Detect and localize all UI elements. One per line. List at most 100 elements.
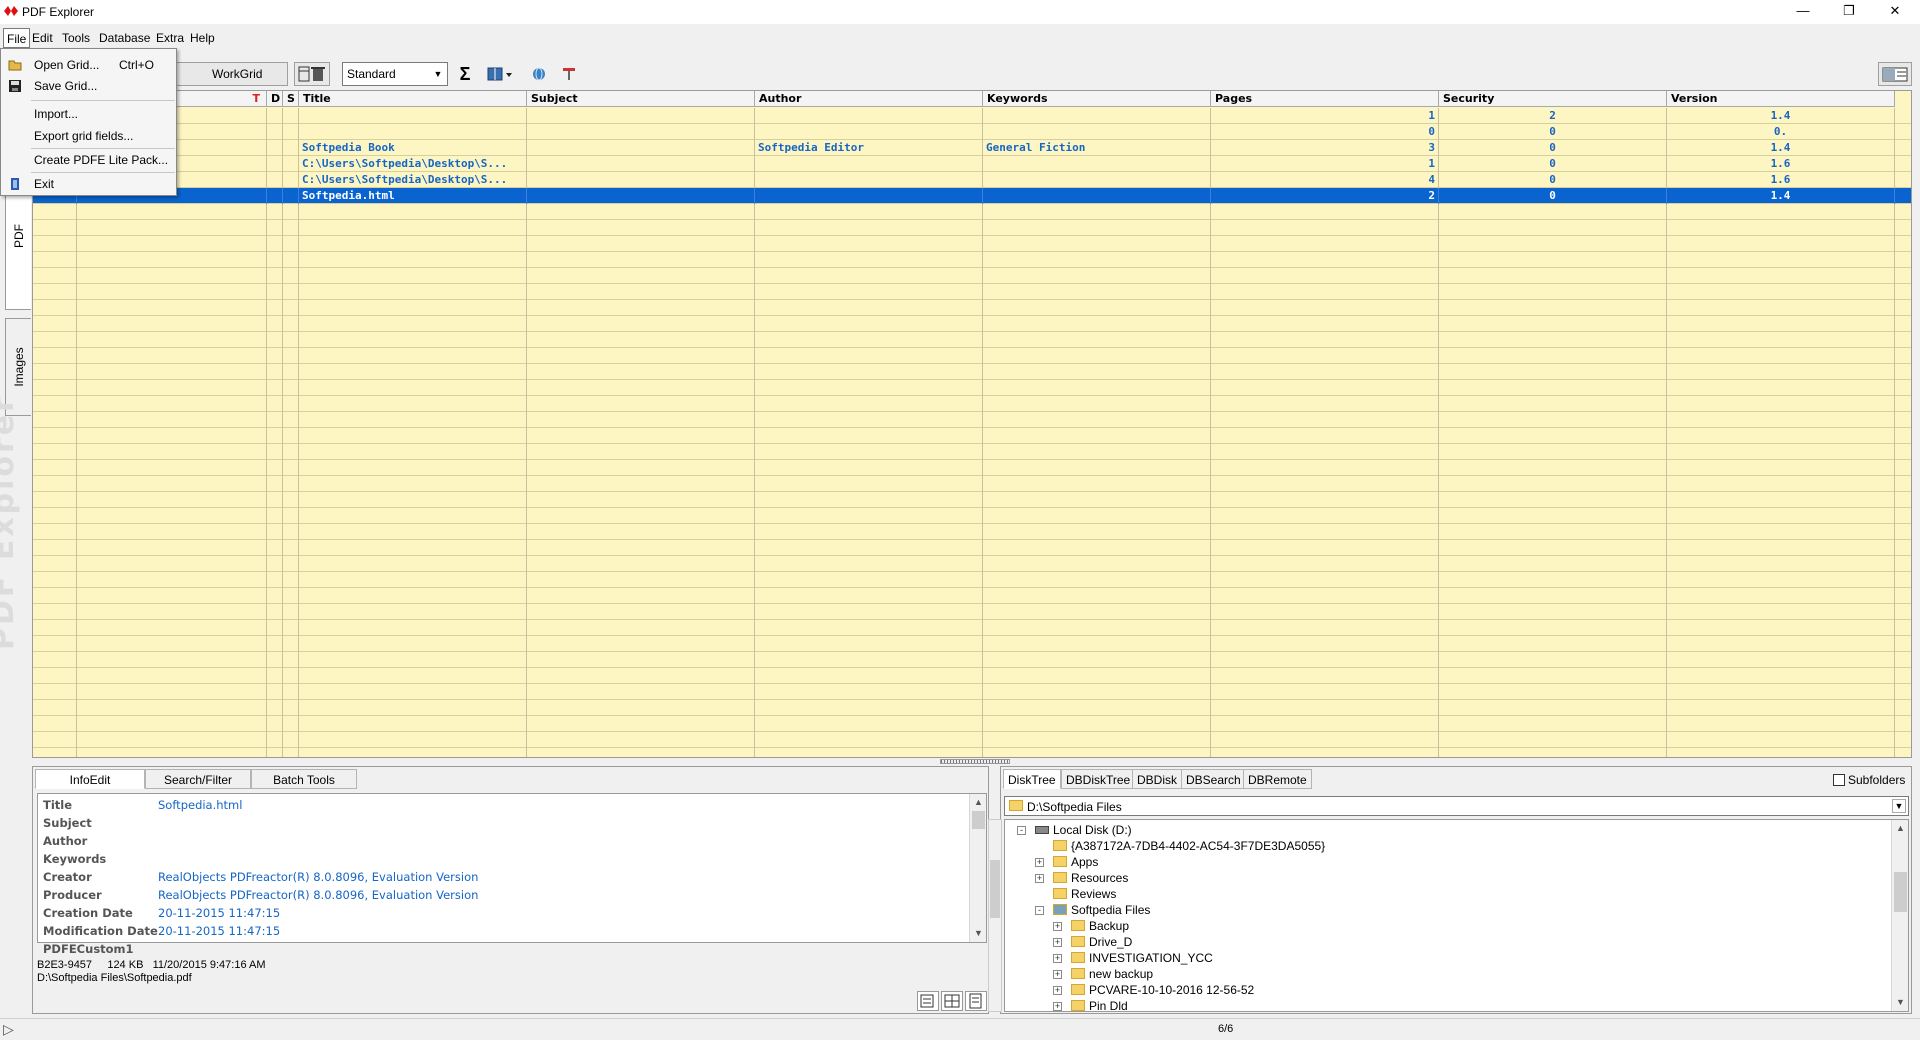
menu-edit[interactable]: Edit (29, 28, 56, 48)
grid-header-version[interactable]: Version (1667, 91, 1895, 107)
expand-icon[interactable]: + (1053, 938, 1062, 947)
table-row[interactable] (33, 300, 1911, 316)
table-row[interactable] (33, 604, 1911, 620)
menu-open-grid[interactable]: Open Grid... Ctrl+O (1, 55, 176, 75)
table-row[interactable] (33, 396, 1911, 412)
grid-header-pages[interactable]: Pages (1211, 91, 1439, 107)
tree-node[interactable]: Drive_D (1071, 934, 1132, 950)
table-row[interactable] (33, 364, 1911, 380)
table-row[interactable] (33, 716, 1911, 732)
tree-node[interactable]: Resources (1053, 870, 1128, 886)
expand-icon[interactable]: + (1053, 970, 1062, 979)
tree-node[interactable]: Backup (1071, 918, 1129, 934)
scroll-up-icon[interactable]: ▲ (1892, 820, 1908, 837)
table-row[interactable]: ....pdfC:\Users\Softpedia\Desktop\S...10… (33, 156, 1911, 172)
table-row[interactable] (33, 204, 1911, 220)
menu-extra[interactable]: Extra (153, 28, 187, 48)
path-combo[interactable]: D:\Softpedia Files ▼ (1004, 796, 1909, 816)
table-row[interactable] (33, 540, 1911, 556)
info-field-value[interactable]: 20-11-2015 11:47:15 (158, 904, 280, 922)
expand-icon[interactable]: + (1035, 874, 1044, 883)
menu-export-grid-fields[interactable]: Export grid fields... (1, 126, 176, 146)
tree-node[interactable]: Softpedia Files (1053, 902, 1150, 918)
chevron-down-icon[interactable]: ▼ (1892, 799, 1906, 813)
columns-button[interactable] (484, 62, 516, 86)
table-row[interactable] (33, 732, 1911, 748)
collapse-icon[interactable]: - (1035, 906, 1044, 915)
subfolders-option[interactable]: Subfolders (1833, 773, 1905, 787)
info-field-value[interactable]: 20-11-2015 11:47:15 (158, 922, 280, 940)
table-row[interactable] (33, 620, 1911, 636)
menu-exit[interactable]: Exit (1, 174, 176, 194)
table-row[interactable] (33, 460, 1911, 476)
table-row[interactable] (33, 652, 1911, 668)
tab-dbremote[interactable]: DBRemote (1243, 769, 1312, 789)
table-row[interactable] (33, 524, 1911, 540)
grid-header-d[interactable]: D (267, 91, 283, 107)
scroll-up-icon[interactable]: ▲ (970, 794, 987, 811)
expand-icon[interactable]: + (1035, 858, 1044, 867)
sum-button[interactable]: Σ (454, 62, 476, 86)
expand-icon[interactable]: + (1053, 954, 1062, 963)
table-row[interactable] (33, 252, 1911, 268)
menu-save-grid[interactable]: Save Grid... (1, 76, 176, 96)
play-icon[interactable]: ▷ (3, 1021, 14, 1038)
tab-infoedit[interactable]: InfoEdit (35, 769, 145, 789)
table-row[interactable] (33, 636, 1911, 652)
table-row[interactable]: ...f121.4 (33, 108, 1911, 124)
table-row[interactable] (33, 588, 1911, 604)
tree-node[interactable]: Pin Dld (1071, 998, 1128, 1011)
tree-node[interactable]: INVESTIGATION_YCC (1071, 950, 1213, 966)
menu-database[interactable]: Database (96, 28, 153, 48)
info-field-row[interactable]: PDFECustom1 (38, 940, 968, 958)
info-field-row[interactable]: Subject (38, 814, 968, 832)
tab-disktree[interactable]: DiskTree (1003, 769, 1061, 789)
delete-grid-button[interactable] (294, 62, 330, 86)
table-row[interactable]: ...es.PDF000. (33, 124, 1911, 140)
workgrid-button[interactable]: WorkGrid (176, 62, 288, 86)
tree-node[interactable]: Reviews (1053, 886, 1116, 902)
tab-dbdisk[interactable]: DBDisk (1132, 769, 1183, 789)
table-row[interactable] (33, 412, 1911, 428)
maximize-button[interactable]: ❐ (1826, 0, 1872, 24)
menu-help[interactable]: Help (187, 28, 218, 48)
info-field-row[interactable]: Title Softpedia.html (38, 796, 968, 814)
pdf-tool-button[interactable] (558, 62, 580, 86)
grid-header-s[interactable]: S (283, 91, 299, 107)
grid-header-security[interactable]: Security (1439, 91, 1667, 107)
expand-icon[interactable]: + (1053, 986, 1062, 995)
info-scrollbar[interactable]: ▲ ▼ (969, 794, 986, 942)
info-field-row[interactable]: Producer RealObjects PDFreactor(R) 8.0.80… (38, 886, 968, 904)
scroll-down-icon[interactable]: ▼ (970, 925, 987, 942)
scroll-down-icon[interactable]: ▼ (1892, 994, 1908, 1011)
collapse-icon[interactable]: - (1017, 826, 1026, 835)
info-field-row[interactable]: Author (38, 832, 968, 850)
tab-dbdisktree[interactable]: DBDiskTree (1061, 769, 1136, 789)
grid-header-keywords[interactable]: Keywords (983, 91, 1211, 107)
layout-toggle-button[interactable] (1878, 62, 1912, 86)
splitter-handle[interactable] (940, 759, 1010, 764)
table-row[interactable] (33, 508, 1911, 524)
scroll-thumb[interactable] (972, 811, 985, 829)
table-row[interactable] (33, 380, 1911, 396)
table-row[interactable] (33, 428, 1911, 444)
grid-header-author[interactable]: Author (755, 91, 983, 107)
grid-header-title[interactable]: Title (299, 91, 527, 107)
tree-left-scrollbar[interactable] (988, 819, 1002, 1012)
table-row[interactable]: Softpedia.html 2 0 1.4 (33, 188, 1911, 204)
tree-node[interactable]: Apps (1053, 854, 1098, 870)
table-row[interactable] (33, 668, 1911, 684)
table-row[interactable] (33, 332, 1911, 348)
table-row[interactable] (33, 444, 1911, 460)
info-field-row[interactable]: Modification Date 20-11-2015 11:47:15 (38, 922, 968, 940)
table-row[interactable] (33, 556, 1911, 572)
tree-node[interactable]: Local Disk (D:) (1035, 822, 1132, 838)
tree-scrollbar[interactable]: ▲ ▼ (1891, 820, 1908, 1011)
info-field-row[interactable]: Keywords (38, 850, 968, 868)
pdf-grid[interactable]: T D S Title Subject Author Keywords Pages Securi… (32, 90, 1912, 758)
view-combo[interactable]: Standard ▼ (342, 62, 448, 86)
menu-import[interactable]: Import... (1, 104, 176, 124)
subfolders-checkbox[interactable] (1833, 774, 1845, 786)
table-row[interactable] (33, 268, 1911, 284)
info-field-value[interactable]: RealObjects PDFreactor(R) 8.0.8096, Eval… (158, 868, 478, 886)
